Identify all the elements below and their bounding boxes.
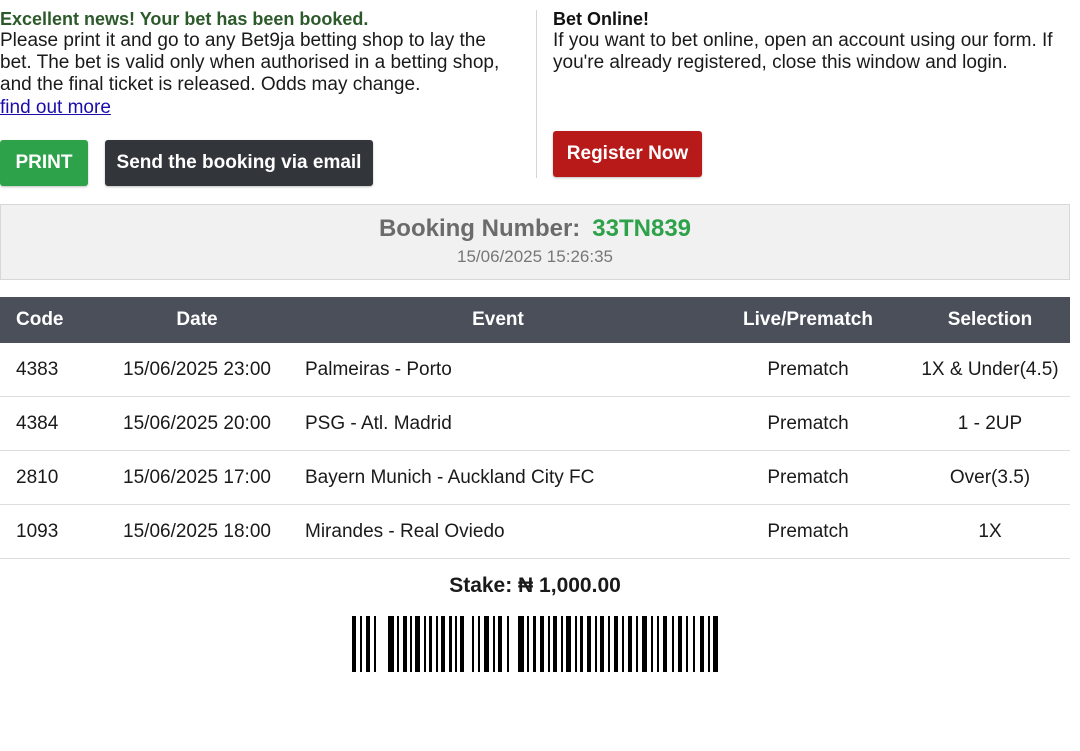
cell-live-prematch: Prematch	[706, 504, 910, 559]
cell-date: 15/06/2025 17:00	[104, 450, 290, 505]
table-row: 1093 15/06/2025 18:00 Mirandes - Real Ov…	[0, 504, 1070, 559]
top-section: Excellent news! Your bet has been booked…	[0, 0, 1080, 196]
header-code: Code	[0, 297, 104, 343]
cell-date: 15/06/2025 18:00	[104, 504, 290, 559]
cell-event: Palmeiras - Porto	[290, 343, 706, 397]
bet-online-headline: Bet Online!	[553, 9, 650, 29]
cell-selection: 1X	[910, 504, 1070, 559]
confirmation-message: Please print it and go to any Bet9ja bet…	[0, 30, 520, 96]
booking-number-value: 33TN839	[592, 215, 692, 242]
bet-online-panel: Bet Online! If you want to bet online, o…	[553, 8, 1073, 74]
cell-selection: Over(3.5)	[910, 450, 1070, 505]
cell-date: 15/06/2025 23:00	[104, 343, 290, 397]
table-row: 4384 15/06/2025 20:00 PSG - Atl. Madrid …	[0, 396, 1070, 451]
cell-event: Mirandes - Real Oviedo	[290, 504, 706, 559]
booking-number-line: Booking Number: 33TN839	[1, 215, 1069, 243]
email-booking-button[interactable]: Send the booking via email	[105, 140, 373, 186]
cell-code: 4383	[0, 343, 104, 397]
message-line: bet. The bet is valid only when authoris…	[0, 52, 500, 73]
cell-live-prematch: Prematch	[706, 343, 910, 397]
message-line: you're already registered, close this wi…	[553, 52, 1008, 73]
cell-event: Bayern Munich - Auckland City FC	[290, 450, 706, 505]
message-line: and the final ticket is released. Odds m…	[0, 74, 421, 95]
cell-code: 1093	[0, 504, 104, 559]
header-date: Date	[104, 297, 290, 343]
cell-selection: 1X & Under(4.5)	[910, 343, 1070, 397]
table-row: 4383 15/06/2025 23:00 Palmeiras - Porto …	[0, 343, 1070, 397]
booking-number-label: Booking Number:	[378, 215, 581, 242]
header-selection: Selection	[910, 297, 1070, 343]
header-event: Event	[290, 297, 706, 343]
find-out-more-link[interactable]: find out more	[0, 97, 111, 118]
table-header-row: Code Date Event Live/Prematch Selection	[0, 297, 1070, 343]
booking-datetime: 15/06/2025 15:26:35	[457, 247, 613, 266]
cell-date: 15/06/2025 20:00	[104, 396, 290, 451]
cell-event: PSG - Atl. Madrid	[290, 396, 706, 451]
stake-amount: Stake: ₦ 1,000.00	[449, 574, 621, 597]
barcode-icon	[352, 616, 718, 672]
selections-table: Code Date Event Live/Prematch Selection …	[0, 297, 1070, 559]
cell-code: 2810	[0, 450, 104, 505]
confirmation-headline: Excellent news! Your bet has been booked…	[0, 9, 369, 29]
register-now-button[interactable]: Register Now	[553, 131, 702, 177]
column-divider	[536, 10, 537, 178]
bet-online-message: If you want to bet online, open an accou…	[553, 30, 1073, 74]
cell-live-prematch: Prematch	[706, 450, 910, 505]
message-line: If you want to bet online, open an accou…	[553, 30, 1053, 51]
message-line: Please print it and go to any Bet9ja bet…	[0, 30, 486, 51]
print-button[interactable]: PRINT	[0, 140, 88, 186]
table-row: 2810 15/06/2025 17:00 Bayern Munich - Au…	[0, 450, 1070, 505]
header-live-prematch: Live/Prematch	[706, 297, 910, 343]
cell-code: 4384	[0, 396, 104, 451]
cell-selection: 1 - 2UP	[910, 396, 1070, 451]
cell-live-prematch: Prematch	[706, 396, 910, 451]
booking-number-box: Booking Number: 33TN839 15/06/2025 15:26:…	[0, 204, 1070, 280]
booking-confirmation-panel: Excellent news! Your bet has been booked…	[0, 8, 520, 120]
